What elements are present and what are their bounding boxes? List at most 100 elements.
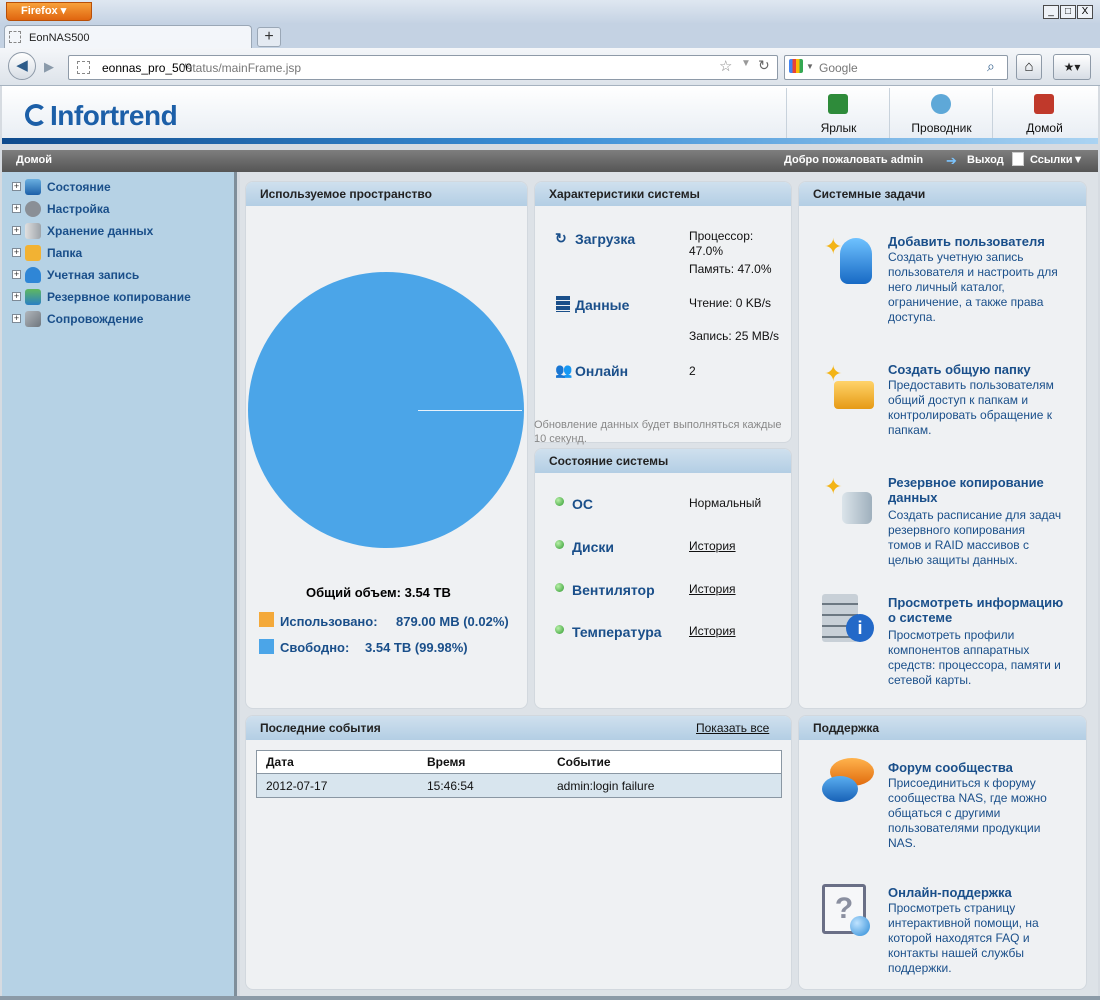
column-header-time: Время (427, 755, 466, 769)
expand-icon[interactable]: + (12, 248, 21, 257)
backup-icon (25, 289, 41, 305)
fan-history-link[interactable]: История (689, 582, 736, 596)
search-bar[interactable] (784, 55, 1008, 80)
explorer-button[interactable]: Проводник (889, 88, 992, 138)
used-legend-label: Использовано: (280, 614, 378, 629)
system-info-link[interactable]: Просмотреть информацию о системе (888, 595, 1063, 625)
tools-icon (25, 311, 41, 327)
disks-history-link[interactable]: История (689, 539, 736, 553)
search-input[interactable]: Google (819, 61, 858, 75)
table-row[interactable] (257, 774, 781, 797)
cpu-label: Процессор: (689, 229, 754, 243)
breadcrumb[interactable]: Домой (16, 154, 52, 166)
logout-link[interactable]: Выход (967, 154, 1004, 166)
refresh-note: Обновление данных будет выполняться кажд… (534, 419, 782, 445)
bookmark-star-icon[interactable]: ☆ (719, 57, 732, 75)
arrow-right-icon: ▶ (44, 59, 54, 74)
google-icon[interactable] (789, 59, 803, 73)
sidebar-item-label: Учетная запись (47, 268, 140, 282)
status-panel-title: Состояние системы (535, 449, 791, 473)
expand-icon[interactable]: + (12, 182, 21, 191)
add-user-link[interactable]: Добавить пользователя (888, 234, 1045, 249)
used-legend-value: 879.00 MB (0.02%) (396, 614, 509, 629)
site-identity-icon[interactable] (77, 61, 90, 74)
bookmarks-button[interactable]: ★▾ (1053, 54, 1091, 80)
sidebar-item-label: Резервное копирование (47, 290, 191, 304)
url-dropdown-icon[interactable]: ▼ (741, 58, 751, 69)
monitor-icon (25, 179, 41, 195)
links-icon[interactable] (1012, 152, 1024, 166)
explorer-icon (931, 94, 951, 114)
status-panel: Состояние системы (534, 448, 792, 709)
logout-icon[interactable]: ➔ (946, 153, 957, 169)
backup-link[interactable]: Резервное копирование данных (888, 475, 1044, 505)
tab-title: EonNAS500 (29, 32, 90, 44)
online-help-icon[interactable]: ? (820, 882, 876, 938)
backup-task-icon[interactable]: ✦ (820, 470, 876, 526)
user-icon (25, 267, 41, 283)
close-button[interactable]: X (1077, 5, 1093, 19)
shared-folder-icon[interactable]: ✦ (820, 357, 876, 413)
maximize-button[interactable]: □ (1060, 5, 1076, 19)
memory-value: Память: 47.0% (689, 262, 772, 276)
expand-icon[interactable]: + (12, 270, 21, 279)
add-user-icon[interactable]: ✦ (820, 228, 876, 284)
shortcut-button[interactable]: Ярлык (786, 88, 889, 138)
create-share-desc: Предоставить пользователям общий доступ к… (888, 378, 1054, 437)
shortcut-icon (828, 94, 848, 114)
gear-icon (25, 201, 41, 217)
welcome-text: Добро пожаловать admin (784, 154, 924, 166)
column-header-date: Дата (266, 755, 294, 769)
os-value: Нормальный (689, 496, 762, 510)
search-engine-dropdown-icon[interactable]: ▼ (806, 62, 814, 71)
users-icon: 👥 (555, 362, 573, 378)
new-tab-button[interactable]: + (257, 27, 281, 47)
temperature-label: Температура (572, 624, 662, 640)
system-info-icon[interactable]: i (820, 592, 876, 648)
home-app-button[interactable]: Домой (992, 88, 1095, 138)
expand-icon[interactable]: + (12, 292, 21, 301)
specs-panel-title: Характеристики системы (535, 182, 791, 206)
menu-bar (2, 150, 1098, 172)
expand-icon[interactable]: + (12, 226, 21, 235)
home-icon (1034, 94, 1054, 114)
forward-button[interactable]: ▶ (38, 57, 60, 77)
reload-icon[interactable]: ↻ (758, 57, 770, 74)
home-button[interactable]: ⌂ (1016, 54, 1042, 80)
used-legend-swatch (259, 612, 274, 627)
firefox-menu-button[interactable]: Firefox ▾ (6, 2, 92, 21)
total-capacity: Общий объем: 3.54 TB (306, 585, 451, 600)
free-legend-swatch (259, 639, 274, 654)
temperature-history-link[interactable]: История (689, 624, 736, 638)
favicon-icon (9, 31, 21, 43)
sidebar-item-label: Папка (47, 246, 83, 260)
data-label: Данные (575, 297, 630, 313)
back-button[interactable]: ◀ (8, 52, 36, 80)
expand-icon[interactable]: + (12, 314, 21, 323)
show-all-link[interactable]: Показать все (696, 721, 769, 735)
shortcut-label: Ярлык (820, 121, 857, 135)
sidebar-item-label: Состояние (47, 180, 111, 194)
browser-tab[interactable]: EonNAS500 (4, 25, 252, 48)
links-menu[interactable]: Ссылки▼ (1030, 154, 1083, 166)
tasks-panel-title: Системные задачи (799, 182, 1086, 206)
status-ok-icon (555, 497, 564, 506)
arrow-left-icon: ◀ (16, 57, 28, 74)
system-info-desc: Просмотреть профили компонентов аппаратны… (888, 628, 1061, 687)
forum-link[interactable]: Форум сообщества (888, 760, 1013, 775)
events-table-header (257, 751, 781, 774)
os-label: ОС (572, 496, 593, 512)
expand-icon[interactable]: + (12, 204, 21, 213)
search-icon[interactable]: ⌕ (987, 58, 995, 75)
minimize-button[interactable]: _ (1043, 5, 1059, 19)
url-host: eonnas_pro_500 (102, 61, 193, 75)
home-icon: ⌂ (1024, 58, 1034, 75)
backup-desc: Создать расписание для задач резервного к… (888, 508, 1062, 567)
event-time: 15:46:54 (427, 779, 474, 793)
forum-icon[interactable] (820, 756, 876, 812)
folder-icon (25, 245, 41, 261)
online-help-link[interactable]: Онлайн-поддержка (888, 885, 1012, 900)
create-share-link[interactable]: Создать общую папку (888, 362, 1031, 377)
window-titlebar (0, 0, 1100, 24)
status-ok-icon (555, 540, 564, 549)
